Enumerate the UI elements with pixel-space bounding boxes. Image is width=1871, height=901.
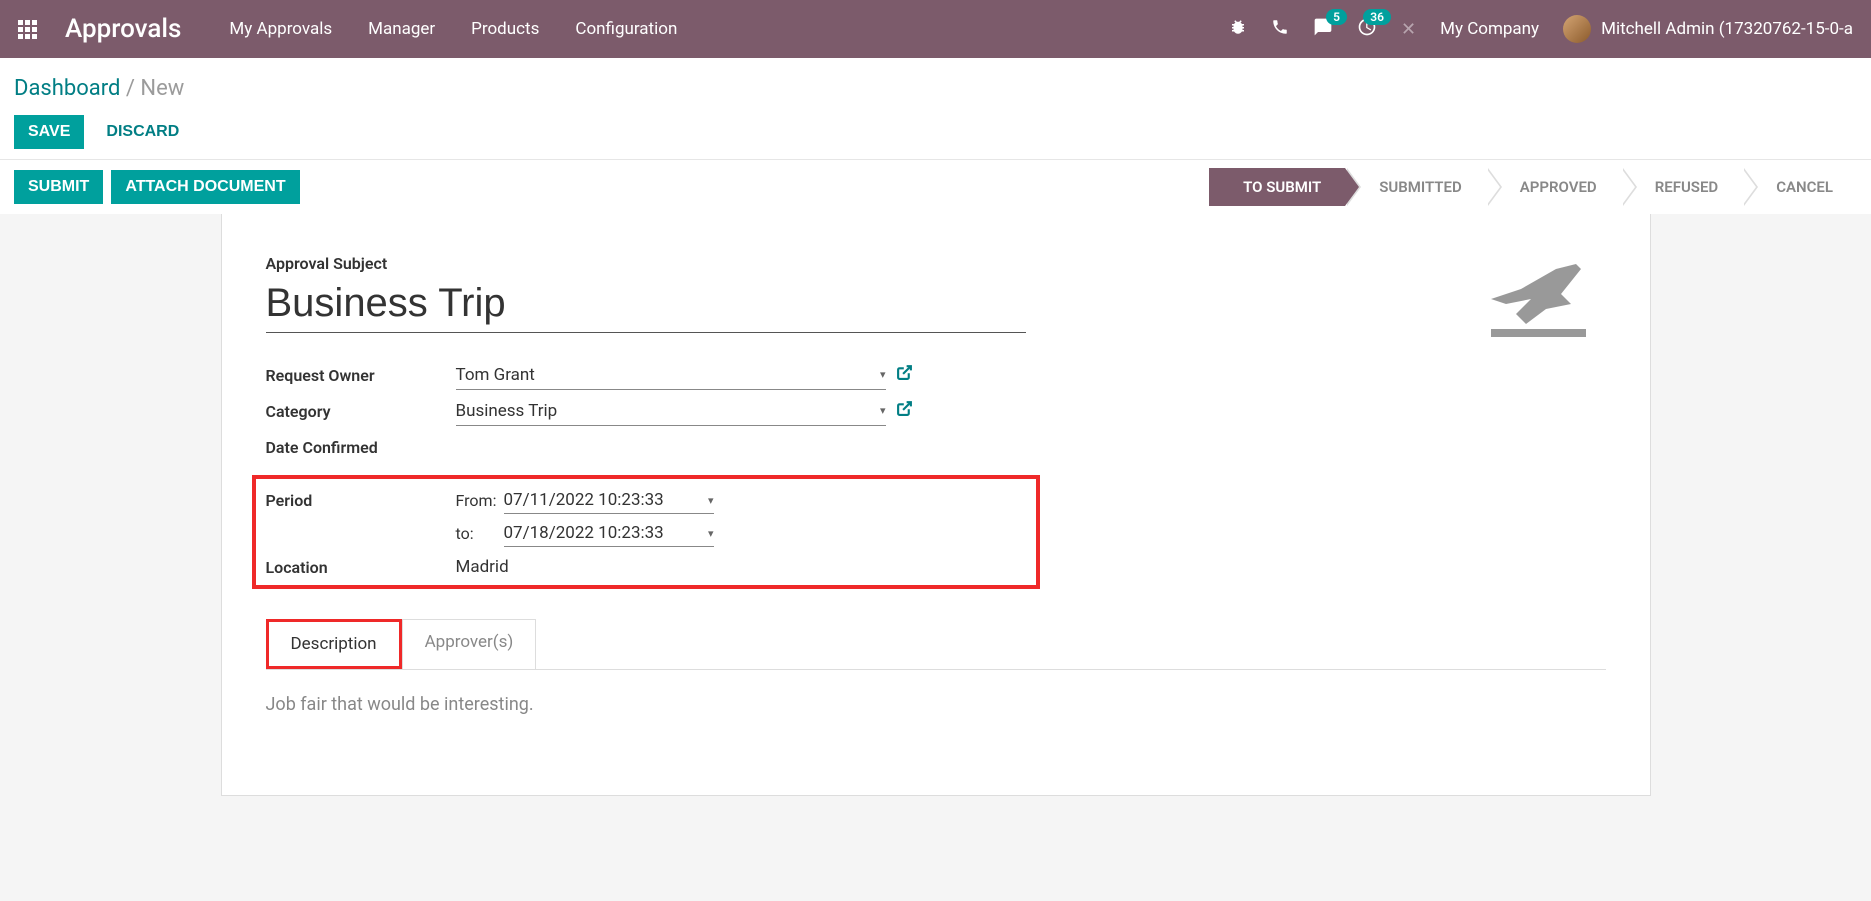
tab-content: Job fair that would be interesting. [266, 669, 1606, 715]
navbar-right: 5 36 ✕ My Company Mitchell Admin (173207… [1229, 15, 1853, 43]
tabs: Description Approver(s) [266, 619, 1606, 669]
breadcrumb-dashboard[interactable]: Dashboard [14, 76, 120, 101]
status-to-submit[interactable]: TO SUBMIT [1209, 168, 1345, 206]
period-from-row: Period From: 07/11/2022 10:23:33 ▾ [266, 487, 1026, 514]
period-to-input[interactable]: 07/18/2022 10:23:33 ▾ [504, 520, 714, 547]
app-name[interactable]: Approvals [65, 14, 181, 44]
bug-icon[interactable] [1229, 18, 1247, 41]
status-approved[interactable]: APPROVED [1486, 168, 1621, 206]
messages-icon[interactable]: 5 [1313, 17, 1333, 42]
phone-icon[interactable] [1271, 18, 1289, 41]
period-from-value: 07/11/2022 10:23:33 [504, 490, 664, 510]
category-row: Category Business Trip ▾ [266, 393, 1026, 429]
subject-input[interactable] [266, 279, 1026, 333]
external-link-icon[interactable] [896, 364, 913, 386]
breadcrumb-sep: / [126, 76, 141, 101]
company-name[interactable]: My Company [1440, 19, 1539, 39]
form-sheet: Approval Subject Request Owner Tom Grant… [221, 214, 1651, 796]
tab-area: Description Approver(s) Job fair that wo… [266, 619, 1606, 715]
save-button[interactable]: SAVE [14, 115, 84, 149]
activities-badge: 36 [1363, 9, 1391, 25]
tab-description[interactable]: Description [266, 619, 402, 669]
activities-icon[interactable]: 36 [1357, 17, 1377, 42]
period-to-row: to: 07/18/2022 10:23:33 ▾ [266, 520, 1026, 547]
breadcrumb-current: New [140, 76, 184, 101]
date-confirmed-label: Date Confirmed [266, 438, 456, 457]
status-bar-left: SUBMIT ATTACH DOCUMENT [14, 170, 300, 204]
nav-configuration[interactable]: Configuration [575, 19, 677, 39]
subject-label: Approval Subject [266, 254, 1026, 273]
status-steps: TO SUBMIT SUBMITTED APPROVED REFUSED CAN… [1209, 168, 1857, 206]
request-owner-select[interactable]: Tom Grant ▾ [456, 361, 886, 390]
caret-down-icon: ▾ [708, 527, 714, 540]
caret-down-icon: ▾ [880, 404, 886, 417]
tab-approvers[interactable]: Approver(s) [402, 619, 537, 669]
period-from-input[interactable]: 07/11/2022 10:23:33 ▾ [504, 487, 714, 514]
status-bar: SUBMIT ATTACH DOCUMENT TO SUBMIT SUBMITT… [0, 159, 1871, 214]
to-label: to: [456, 524, 504, 543]
location-value[interactable]: Madrid [456, 557, 509, 577]
submit-button[interactable]: SUBMIT [14, 170, 103, 204]
from-label: From: [456, 491, 504, 510]
form-top: Approval Subject Request Owner Tom Grant… [266, 254, 1606, 589]
location-row: Location Madrid [266, 557, 1026, 577]
navbar-left: Approvals My Approvals Manager Products … [18, 14, 677, 44]
period-to-value: 07/18/2022 10:23:33 [504, 523, 664, 543]
status-refused[interactable]: REFUSED [1621, 168, 1742, 206]
form-main: Approval Subject Request Owner Tom Grant… [266, 254, 1026, 589]
close-icon[interactable]: ✕ [1401, 19, 1416, 40]
date-confirmed-row: Date Confirmed [266, 429, 1026, 465]
sheet-wrapper: Approval Subject Request Owner Tom Grant… [0, 214, 1871, 836]
user-menu[interactable]: Mitchell Admin (17320762-15-0-a [1563, 15, 1853, 43]
nav-products[interactable]: Products [471, 19, 539, 39]
top-navbar: Approvals My Approvals Manager Products … [0, 0, 1871, 58]
description-text[interactable]: Job fair that would be interesting. [266, 694, 1606, 715]
category-select[interactable]: Business Trip ▾ [456, 397, 886, 426]
category-label: Category [266, 402, 456, 421]
discard-button[interactable]: DISCARD [92, 115, 193, 149]
nav-manager[interactable]: Manager [368, 19, 435, 39]
plane-icon [1476, 254, 1596, 344]
nav-my-approvals[interactable]: My Approvals [229, 19, 332, 39]
period-label: Period [266, 491, 456, 510]
caret-down-icon: ▾ [708, 494, 714, 507]
request-owner-row: Request Owner Tom Grant ▾ [266, 357, 1026, 393]
status-cancel[interactable]: CANCEL [1742, 168, 1857, 206]
request-owner-label: Request Owner [266, 366, 456, 385]
record-buttons: SAVE DISCARD [14, 115, 1857, 149]
avatar [1563, 15, 1591, 43]
messages-badge: 5 [1326, 9, 1347, 25]
attach-document-button[interactable]: ATTACH DOCUMENT [111, 170, 299, 204]
external-link-icon[interactable] [896, 400, 913, 422]
highlight-box-period: Period From: 07/11/2022 10:23:33 ▾ to: 0… [252, 475, 1040, 589]
breadcrumb: Dashboard / New [14, 76, 1857, 101]
status-submitted[interactable]: SUBMITTED [1345, 168, 1486, 206]
user-name: Mitchell Admin (17320762-15-0-a [1601, 19, 1853, 39]
apps-icon[interactable] [18, 20, 37, 39]
location-label: Location [266, 558, 456, 577]
caret-down-icon: ▾ [880, 368, 886, 381]
request-owner-value: Tom Grant [456, 365, 535, 385]
control-panel: Dashboard / New SAVE DISCARD [0, 58, 1871, 159]
category-value: Business Trip [456, 401, 558, 421]
nav-menu: My Approvals Manager Products Configurat… [229, 19, 677, 39]
